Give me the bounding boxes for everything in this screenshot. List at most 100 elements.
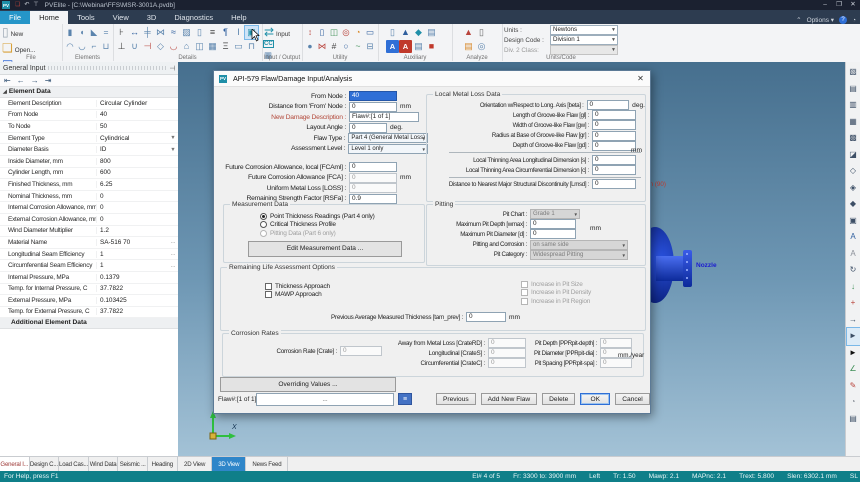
auxiliary-report-icon[interactable]: ▤	[412, 40, 425, 53]
zoom-out-icon[interactable]: A	[847, 246, 860, 263]
auxiliary-chart-icon[interactable]: ▲	[399, 26, 412, 39]
detail-packing-icon[interactable]: ⋈	[154, 26, 167, 39]
ribbon-tab-3d[interactable]: 3D	[138, 11, 166, 24]
utility-flange-icon[interactable]: ●	[304, 40, 316, 52]
grid-row[interactable]: Finished Thickness, mm6.25	[0, 179, 178, 191]
cc-icon[interactable]: CC	[263, 40, 274, 48]
previous-button[interactable]: Previous	[436, 393, 476, 405]
grid-value[interactable]: 800	[97, 158, 178, 165]
overriding-values-button[interactable]: Overriding Values ...	[220, 377, 396, 392]
analyze-preview-icon[interactable]: ◎	[475, 40, 488, 53]
grid-value[interactable]: 1	[97, 262, 168, 269]
grid-row[interactable]: Temp. for External Pressure, C37.7822	[0, 307, 178, 319]
ribbon-tab-file[interactable]: File	[0, 11, 30, 24]
input-button[interactable]: ⇄ Input	[264, 25, 290, 39]
grid-value[interactable]: 0	[97, 216, 178, 223]
delete-button[interactable]: Delete	[542, 393, 575, 405]
minimize-button[interactable]: –	[818, 0, 832, 10]
detail-lug-icon[interactable]: ◫	[193, 40, 206, 53]
view-side-icon[interactable]: ▦	[847, 114, 860, 131]
drop-marker-icon[interactable]: ↓	[847, 279, 860, 296]
cancel-button[interactable]: Cancel	[615, 393, 650, 405]
detail-list-icon[interactable]: ≡	[206, 26, 219, 39]
grid-row[interactable]: Longitudinal Seam Efficiency1...	[0, 249, 178, 261]
grid-row[interactable]: Nominal Thickness, mm0	[0, 191, 178, 203]
radio-point-thickness-readings[interactable]: Point Thickness Readings (Part 4 only)	[260, 212, 424, 221]
tab-seismic-data[interactable]: Seismic ...	[118, 457, 148, 472]
element-elliptical-head-icon[interactable]: ◖	[76, 26, 88, 38]
nozzle-barrel-3d[interactable]	[656, 256, 684, 281]
grid-value[interactable]: 0	[97, 193, 178, 200]
lta-longitudinal-input[interactable]: 0	[592, 155, 636, 165]
chevron-down-icon[interactable]: ▼	[168, 135, 178, 141]
grid-row[interactable]: Element DescriptionCircular Cylinder	[0, 98, 178, 110]
section-additional-element-data[interactable]: Additional Element Data	[0, 318, 178, 329]
measure-icon[interactable]: ∠	[847, 361, 860, 378]
detail-halfpipe-icon[interactable]: ▯	[193, 26, 206, 39]
grid-value[interactable]: 0	[97, 204, 178, 211]
element-welded-cap-icon[interactable]: ◠	[64, 40, 76, 52]
grid-value[interactable]: Cylindrical	[97, 135, 168, 142]
assessment-level-input[interactable]: Level 1 only▼	[348, 144, 428, 154]
pin-icon[interactable]: ⊤	[168, 65, 176, 71]
detail-mitre-icon[interactable]: ◇	[154, 40, 167, 53]
grid-row[interactable]: Internal Corrosion Allowance, mm0	[0, 202, 178, 214]
auxiliary-app-a-blue-icon[interactable]: A	[386, 40, 399, 53]
detail-deck-icon[interactable]: ▭	[232, 40, 245, 53]
utility-gasket-icon[interactable]: ○	[340, 40, 352, 52]
grid-value[interactable]: 37.7822	[97, 285, 178, 292]
utility-exchanger-icon[interactable]: ◫	[328, 26, 340, 38]
radio-critical-thickness-profile-circle[interactable]	[260, 221, 267, 228]
radio-point-thickness-readings-circle[interactable]	[260, 213, 267, 220]
grid-value[interactable]: 50	[97, 123, 178, 130]
last-record-icon[interactable]: ⇥	[45, 75, 52, 86]
utility-convert-icon[interactable]: ↕	[304, 26, 316, 38]
grid-value[interactable]: 6.25	[97, 181, 178, 188]
grid-value[interactable]: 1	[97, 251, 168, 258]
refresh-view-icon[interactable]: ↻	[847, 262, 860, 279]
tab-load-cases[interactable]: Load Cas...	[59, 457, 89, 472]
next-record-icon[interactable]: →	[31, 75, 39, 86]
fca-local-input[interactable]: 0	[349, 162, 397, 172]
detail-liquid-icon[interactable]: ≈	[167, 26, 180, 39]
utility-spring-icon[interactable]: ~	[352, 40, 364, 52]
chevron-down-icon[interactable]: ▼	[168, 147, 178, 153]
grid-row[interactable]: Circumferential Seam Efficiency1...	[0, 260, 178, 272]
detail-weld-icon[interactable]: I	[232, 26, 245, 39]
utility-gauge-icon[interactable]: ◔	[352, 26, 364, 38]
collapse-ribbon-icon[interactable]: ⌃	[796, 16, 801, 24]
account-icon[interactable]: ◔	[852, 17, 856, 24]
max-pit-diameter-input[interactable]: 0	[530, 229, 576, 239]
lta-circumferential-input[interactable]: 0	[592, 165, 636, 175]
tab-3d-view[interactable]: 3D View	[212, 457, 246, 472]
dialog-close-icon[interactable]: ✕	[634, 74, 647, 83]
lmsd-input[interactable]: 0	[592, 179, 636, 189]
zoom-window-icon[interactable]: ▣	[847, 213, 860, 230]
auxiliary-pdf-icon[interactable]: ■	[425, 40, 438, 53]
element-conical-icon[interactable]: ◣	[88, 26, 100, 38]
close-button[interactable]: ✕	[846, 0, 860, 10]
detail-platform-icon[interactable]: ▦	[206, 40, 219, 53]
prev-record-icon[interactable]: ←	[17, 75, 25, 86]
grid-row[interactable]: Cylinder Length, mm600	[0, 168, 178, 180]
units-select[interactable]: Newtons▼	[550, 25, 618, 35]
detail-comment-icon[interactable]: ¶	[219, 26, 232, 39]
tab-general-input[interactable]: General I...	[0, 457, 30, 472]
grid-row[interactable]: From Node40	[0, 110, 178, 122]
detail-stiffener-icon[interactable]: Ξ	[219, 40, 232, 53]
detail-ubolt-icon[interactable]: ∪	[128, 40, 141, 53]
grid-row[interactable]: Internal Pressure, MPa0.1379	[0, 272, 178, 284]
orbit-view-icon[interactable]: ◈	[847, 180, 860, 197]
rotate-view-icon[interactable]: ◇	[847, 163, 860, 180]
utility-vessel-icon[interactable]: ◎	[340, 26, 352, 38]
grid-row[interactable]: Element TypeCylindrical▼	[0, 133, 178, 145]
edit-measurement-data-button[interactable]: Edit Measurement Data ...	[248, 241, 402, 257]
add-node-icon[interactable]: →	[847, 312, 860, 329]
distance-from-node-input[interactable]: 0	[349, 102, 397, 112]
view-front-icon[interactable]: ▥	[847, 97, 860, 114]
auxiliary-gem-icon[interactable]: ◆	[412, 26, 425, 39]
view-top-icon[interactable]: ▤	[847, 81, 860, 98]
view-bottom-icon[interactable]: ◪	[847, 147, 860, 164]
options-menu[interactable]: Options ▾	[807, 16, 834, 24]
new-damage-description-input[interactable]: Flaw#:[1 of 1]	[349, 112, 419, 122]
